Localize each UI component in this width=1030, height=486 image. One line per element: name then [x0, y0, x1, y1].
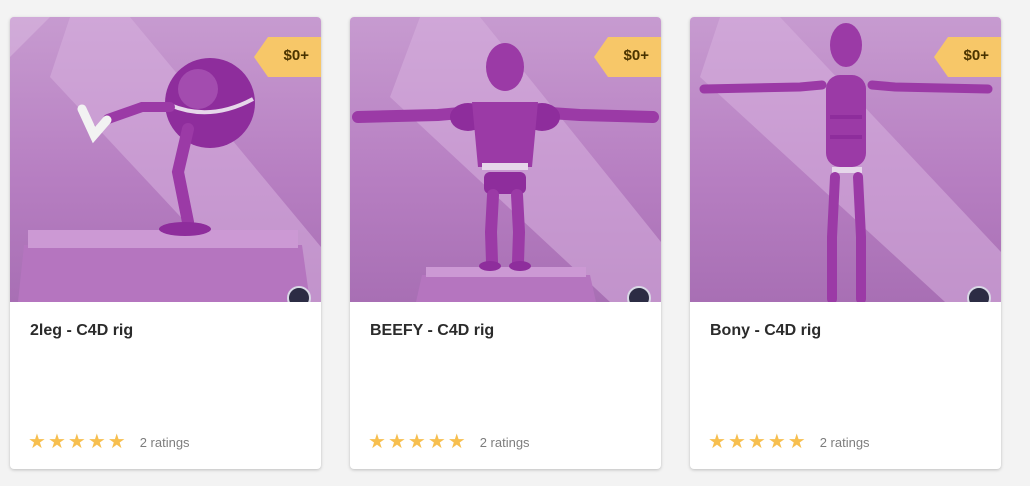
price-label: $0+ — [963, 47, 989, 64]
product-card[interactable]: $0+ 2leg - C4D rig ★ ★ ★ ★ ★ 2 ratings — [10, 17, 321, 469]
star-icon: ★ — [67, 431, 86, 453]
star-icon: ★ — [427, 431, 446, 453]
rating-count: 2 ratings — [479, 434, 530, 450]
star-icon: ★ — [787, 431, 806, 453]
star-icon: ★ — [47, 431, 66, 453]
product-title[interactable]: Bony - C4D rig — [710, 322, 821, 340]
product-thumbnail[interactable]: $0+ — [690, 17, 1001, 302]
star-icon: ★ — [767, 431, 786, 453]
product-card[interactable]: $0+ Bony - C4D rig ★ ★ ★ ★ ★ 2 ratings — [690, 17, 1001, 469]
star-icon: ★ — [387, 431, 406, 453]
star-icon: ★ — [708, 431, 726, 453]
rating-count: 2 ratings — [819, 434, 870, 450]
product-title[interactable]: 2leg - C4D rig — [30, 322, 133, 340]
star-icon: ★ — [368, 431, 386, 453]
rating: ★ ★ ★ ★ ★ 2 ratings — [708, 431, 870, 453]
star-icon: ★ — [447, 431, 466, 453]
price-tag: $0+ — [594, 37, 661, 77]
star-icon: ★ — [407, 431, 426, 453]
rating: ★ ★ ★ ★ ★ 2 ratings — [368, 431, 530, 453]
rating-count: 2 ratings — [139, 434, 190, 450]
price-tag: $0+ — [934, 37, 1001, 77]
product-card[interactable]: $0+ BEEFY - C4D rig ★ ★ ★ ★ ★ 2 ratings — [350, 17, 661, 469]
star-icon: ★ — [87, 431, 106, 453]
star-icon: ★ — [747, 431, 766, 453]
product-title[interactable]: BEEFY - C4D rig — [370, 322, 494, 340]
price-tag: $0+ — [254, 37, 321, 77]
product-thumbnail[interactable]: $0+ — [10, 17, 321, 302]
product-thumbnail[interactable]: $0+ — [350, 17, 661, 302]
rating: ★ ★ ★ ★ ★ 2 ratings — [28, 431, 190, 453]
price-label: $0+ — [283, 47, 309, 64]
star-icon: ★ — [107, 431, 126, 453]
price-label: $0+ — [623, 47, 649, 64]
star-icon: ★ — [28, 431, 46, 453]
star-icon: ★ — [727, 431, 746, 453]
